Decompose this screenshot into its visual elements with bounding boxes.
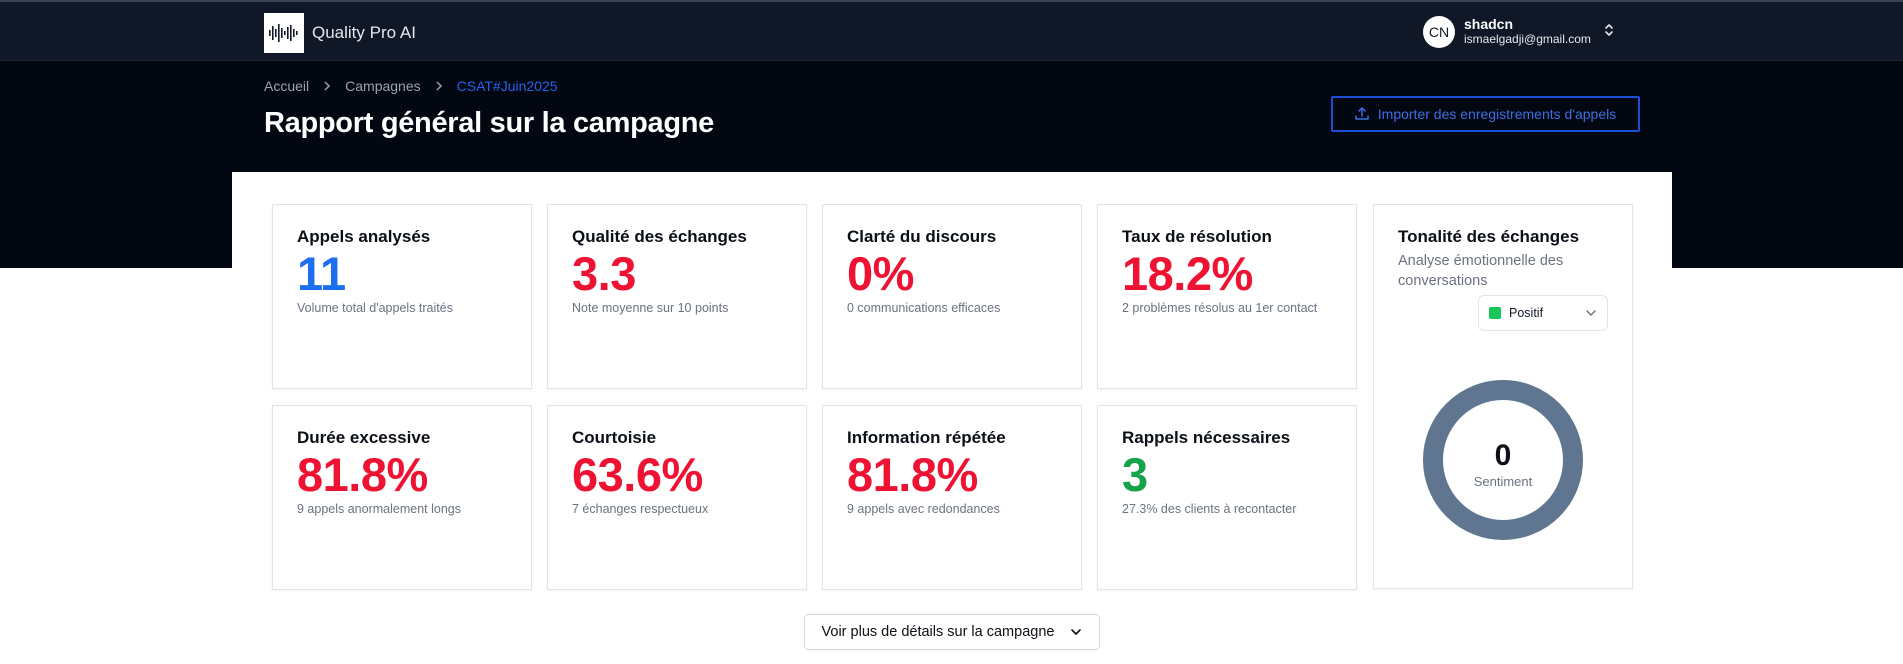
- metric-card-courtesy: Courtoisie 63.6% 7 échanges respectueux: [547, 405, 807, 590]
- metric-card-speech-clarity: Clarté du discours 0% 0 communications e…: [822, 204, 1082, 389]
- metric-title: Taux de résolution: [1122, 227, 1272, 246]
- metric-value: 3: [1122, 448, 1148, 501]
- tone-card: Tonalité des échanges Analyse émotionnel…: [1373, 204, 1633, 589]
- user-info: shadcn ismaelgadji@gmail.com: [1464, 17, 1591, 47]
- chevron-right-icon: [435, 79, 443, 94]
- import-recordings-label: Importer des enregistrements d'appels: [1377, 106, 1617, 122]
- top-navbar: Quality Pro AI CN shadcn ismaelgadji@gma…: [0, 0, 1903, 61]
- metric-card-excessive-duration: Durée excessive 81.8% 9 appels anormalem…: [272, 405, 532, 590]
- donut-value: 0: [1495, 439, 1512, 472]
- chevron-right-icon: [323, 79, 331, 94]
- metric-description: 0 communications efficaces: [847, 301, 1001, 315]
- upload-icon: [1355, 107, 1369, 121]
- metric-value: 63.6%: [572, 448, 703, 501]
- more-details-button[interactable]: Voir plus de détails sur la campagne: [804, 614, 1100, 650]
- metric-description: 7 échanges respectueux: [572, 502, 709, 516]
- user-email: ismaelgadji@gmail.com: [1464, 32, 1591, 46]
- metric-card-callbacks-needed: Rappels nécessaires 3 27.3% des clients …: [1097, 405, 1357, 590]
- metric-title: Rappels nécessaires: [1122, 428, 1291, 447]
- sentiment-donut-chart: 0 Sentiment: [1423, 380, 1583, 540]
- waveform-logo-icon[interactable]: [264, 13, 304, 53]
- user-menu[interactable]: CN shadcn ismaelgadji@gmail.com: [1423, 16, 1615, 48]
- metric-description: 9 appels anormalement longs: [297, 502, 461, 516]
- metric-description: 27.3% des clients à recontacter: [1122, 502, 1297, 516]
- metric-title: Information répétée: [847, 428, 1006, 447]
- metric-value: 3.3: [572, 247, 636, 300]
- tone-subtitle: Analyse émotionnelle des conversations: [1398, 253, 1564, 289]
- metric-card-calls-analyzed: Appels analysés 11 Volume total d'appels…: [272, 204, 532, 389]
- tone-title: Tonalité des échanges: [1398, 227, 1580, 246]
- breadcrumb-item-current: CSAT#Juin2025: [456, 78, 558, 94]
- metric-card-exchange-quality: Qualité des échanges 3.3 Note moyenne su…: [547, 204, 807, 389]
- chevrons-up-down-icon: [1603, 22, 1615, 43]
- metric-value: 81.8%: [297, 448, 428, 501]
- metric-description: Note moyenne sur 10 points: [572, 301, 729, 315]
- metric-value: 0%: [847, 247, 914, 300]
- metric-title: Courtoisie: [572, 428, 657, 447]
- breadcrumb-item-campaigns[interactable]: Campagnes: [345, 78, 421, 94]
- sentiment-color-swatch: [1489, 307, 1501, 319]
- app-name: Quality Pro AI: [312, 23, 416, 42]
- user-name: shadcn: [1464, 16, 1514, 32]
- metric-title: Qualité des échanges: [572, 227, 747, 246]
- metric-description: 2 problèmes résolus au 1er contact: [1122, 301, 1318, 315]
- metric-description: 9 appels avec redondances: [847, 502, 1000, 516]
- metric-value: 81.8%: [847, 448, 978, 501]
- more-details-label: Voir plus de détails sur la campagne: [821, 624, 1055, 640]
- page-title: Rapport général sur la campagne: [264, 107, 714, 139]
- donut-label: Sentiment: [1474, 474, 1533, 489]
- import-recordings-button[interactable]: Importer des enregistrements d'appels: [1331, 96, 1640, 132]
- metric-title: Durée excessive: [297, 428, 431, 447]
- metric-card-repeated-information: Information répétée 81.8% 9 appels avec …: [822, 405, 1082, 590]
- metric-value: 11: [297, 247, 346, 300]
- metric-title: Clarté du discours: [847, 227, 997, 246]
- metric-value: 18.2%: [1122, 247, 1253, 300]
- chevron-down-icon: [1585, 309, 1597, 317]
- metric-title: Appels analysés: [297, 227, 431, 246]
- sentiment-select-value: Positif: [1509, 306, 1544, 320]
- metric-description: Volume total d'appels traités: [297, 301, 453, 315]
- metric-card-resolution-rate: Taux de résolution 18.2% 2 problèmes rés…: [1097, 204, 1357, 389]
- breadcrumb-item-home[interactable]: Accueil: [264, 78, 309, 94]
- chevron-down-icon: [1070, 628, 1082, 636]
- breadcrumb: Accueil Campagnes CSAT#Juin2025: [264, 78, 558, 94]
- avatar: CN: [1423, 16, 1455, 48]
- sentiment-select[interactable]: Positif: [1478, 295, 1608, 331]
